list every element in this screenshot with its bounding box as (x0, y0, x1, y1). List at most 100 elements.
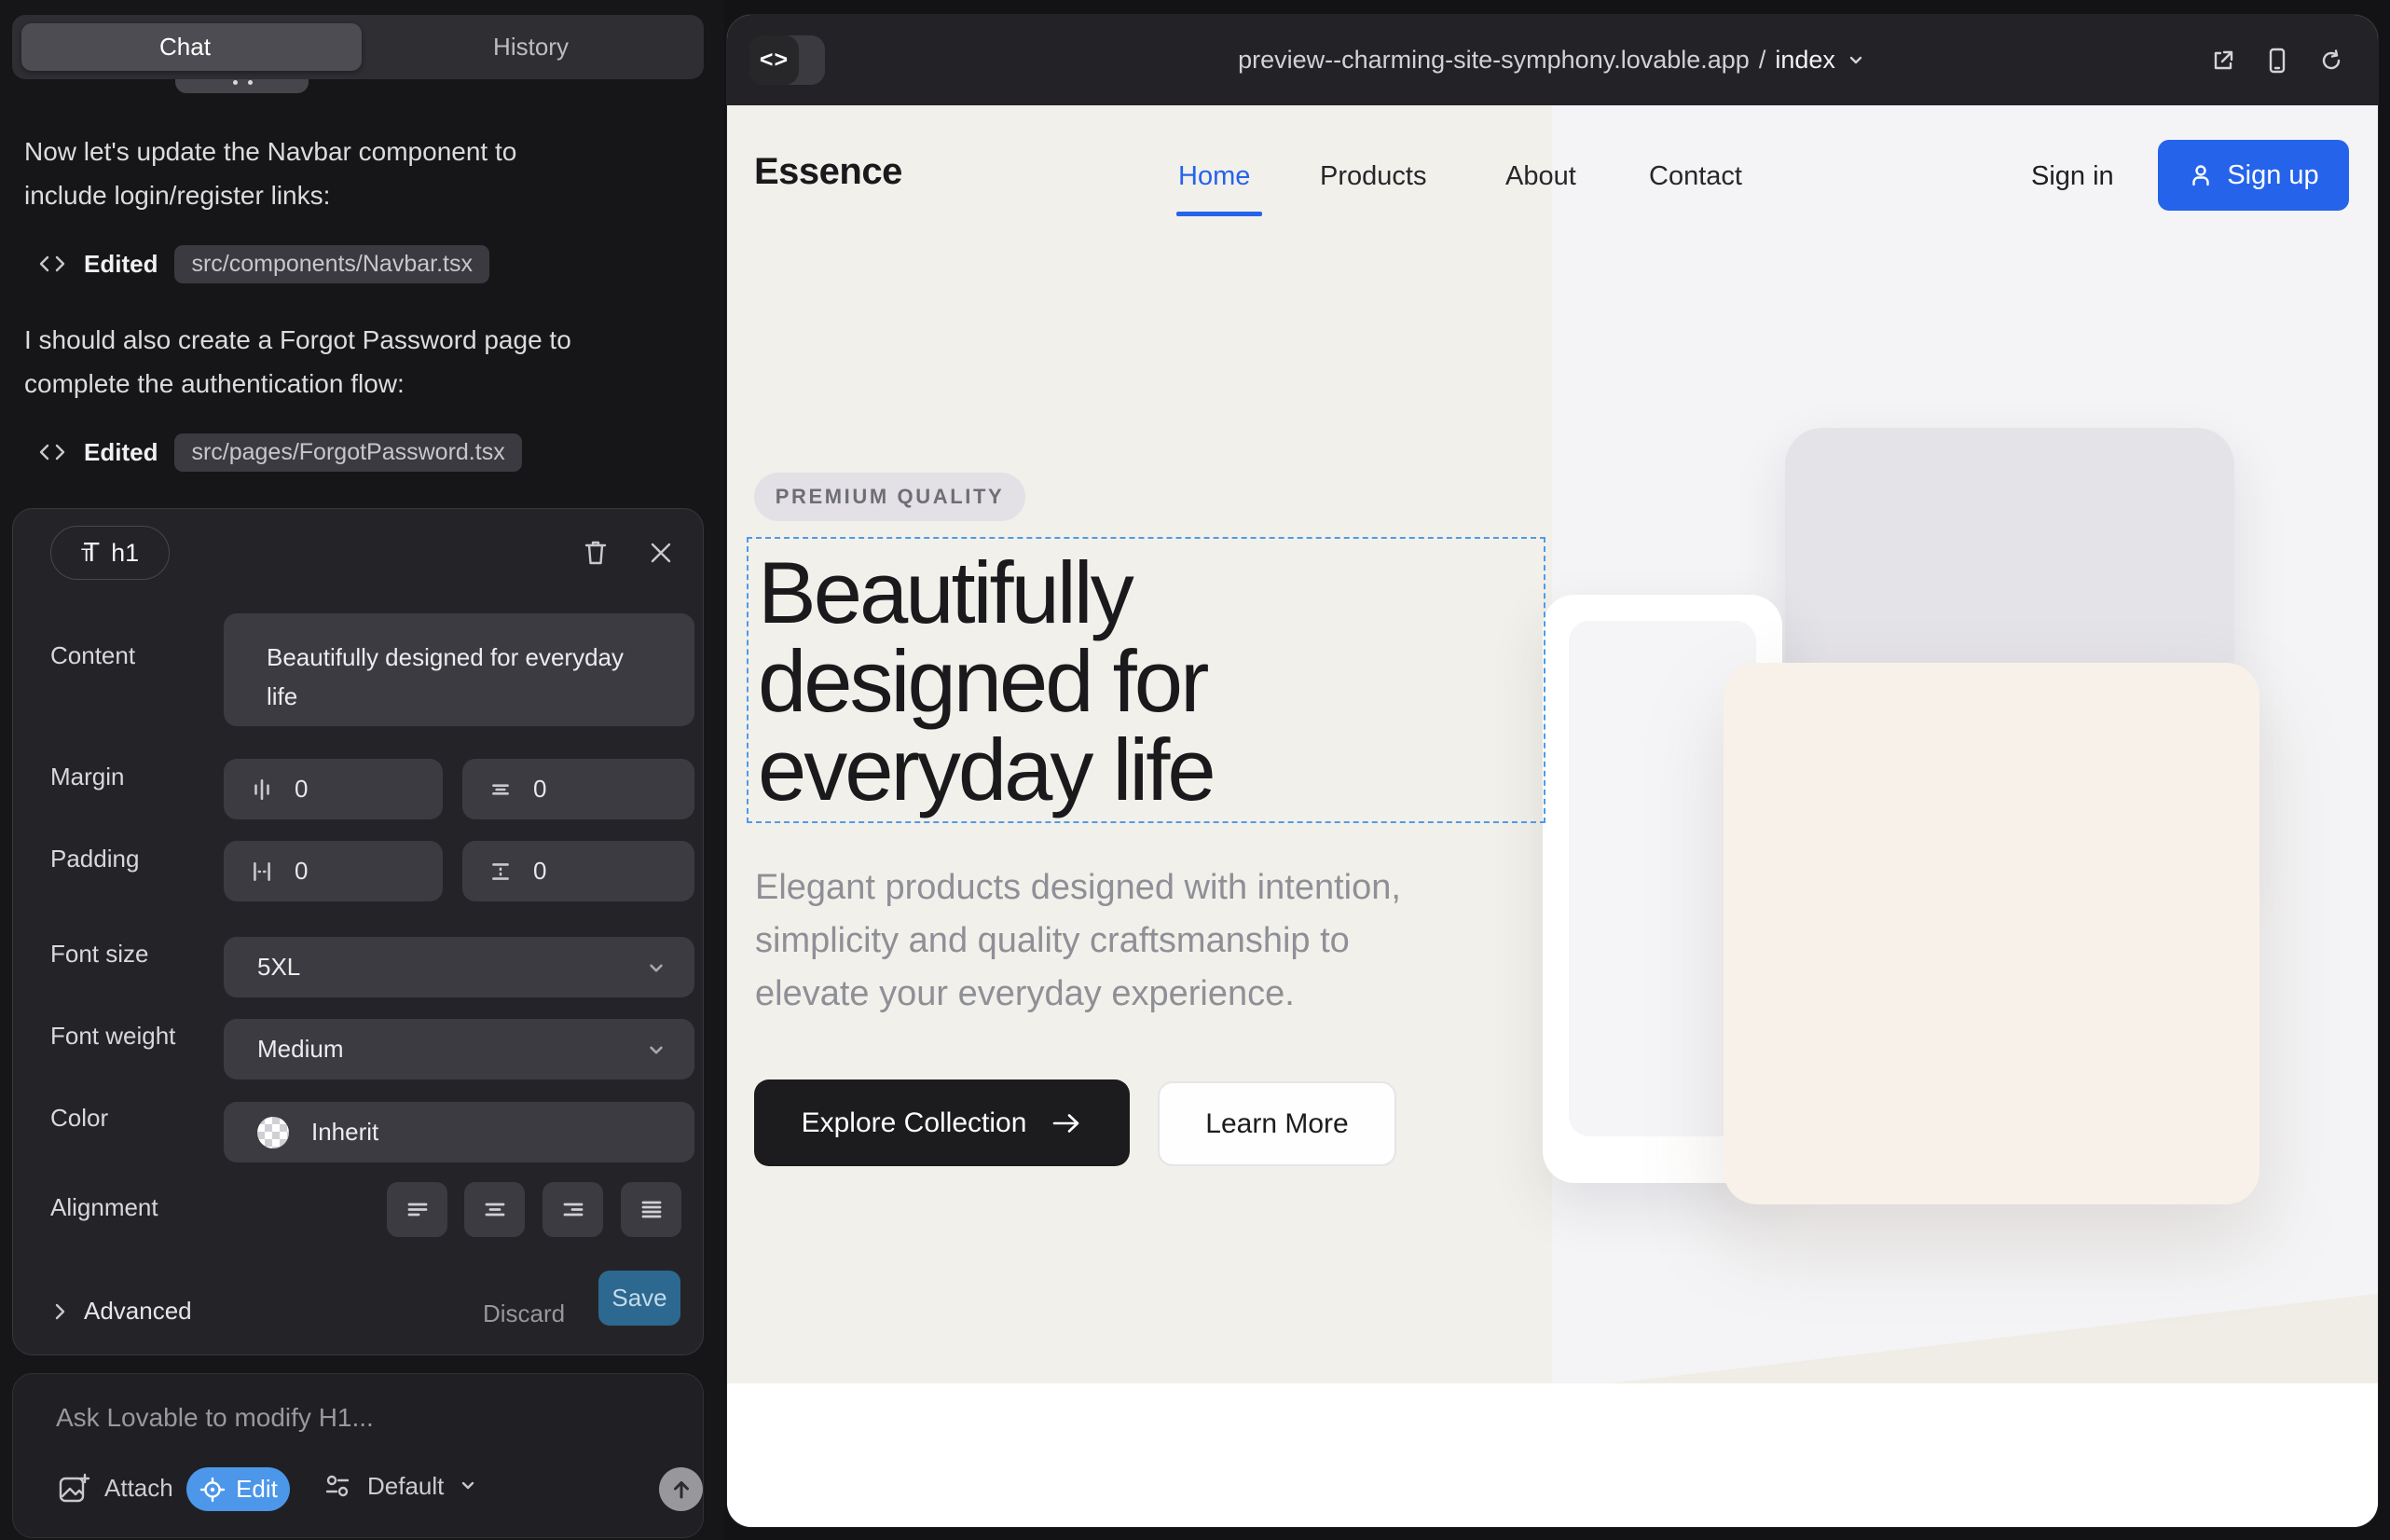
advanced-toggle[interactable]: Advanced (50, 1297, 192, 1326)
content-label: Content (50, 641, 135, 670)
sliders-icon (321, 1469, 354, 1503)
send-button[interactable] (659, 1467, 703, 1511)
hero-description-line: Elegant products designed with intention… (755, 861, 1401, 914)
mode-select[interactable]: Default (321, 1469, 479, 1503)
chevron-down-icon (457, 1475, 479, 1497)
chevron-down-icon (644, 956, 668, 980)
hero-description-line: elevate your everyday experience. (755, 968, 1401, 1021)
margin-label: Margin (50, 763, 124, 791)
address-bar[interactable]: preview--charming-site-symphony.lovable.… (727, 15, 2378, 105)
mobile-preview-icon[interactable] (2264, 47, 2290, 75)
chat-message-line: I should also create a Forgot Password p… (24, 318, 695, 362)
chat-message-line: include login/register links: (24, 173, 695, 217)
tab-chat[interactable]: Chat (12, 15, 358, 79)
font-weight-label: Font weight (50, 1022, 175, 1051)
color-value: Inherit (311, 1118, 378, 1147)
padding-vertical-icon (488, 859, 513, 884)
chat-input[interactable] (56, 1395, 652, 1441)
edited-label: Edited (84, 438, 158, 467)
font-weight-value: Medium (257, 1035, 343, 1064)
toolbar-actions (2210, 15, 2344, 105)
chat-message-line: Now let's update the Navbar component to (24, 130, 695, 173)
delete-element-button[interactable] (580, 537, 611, 569)
edited-file-row: Edited src/pages/ForgotPassword.tsx (37, 433, 522, 471)
padding-y-value: 0 (533, 857, 546, 886)
align-left-button[interactable] (387, 1182, 447, 1237)
arrow-right-icon (1051, 1111, 1082, 1135)
align-justify-button[interactable] (621, 1182, 681, 1237)
attach-label: Attach (104, 1474, 173, 1503)
padding-x-value: 0 (295, 857, 308, 886)
chat-message: Now let's update the Navbar component to… (24, 130, 695, 217)
padding-horizontal-icon (250, 859, 274, 884)
align-right-button[interactable] (543, 1182, 603, 1237)
chat-history-tabbar: Chat History (12, 15, 704, 79)
align-center-button[interactable] (464, 1182, 525, 1237)
padding-y-input[interactable]: 0 (462, 841, 694, 901)
hero-badge: PREMIUM QUALITY (754, 473, 1025, 521)
edit-label: Edit (236, 1475, 278, 1504)
nav-link-contact[interactable]: Contact (1649, 161, 1742, 192)
chevron-down-icon (644, 1038, 668, 1062)
hero-heading-line: Beautifully (758, 548, 1214, 637)
edited-file-row: Edited src/components/Navbar.tsx (37, 245, 489, 282)
align-center-icon (480, 1196, 510, 1224)
code-icon (37, 439, 67, 465)
color-swatch (257, 1117, 289, 1148)
learn-more-button[interactable]: Learn More (1158, 1081, 1396, 1166)
explore-collection-label: Explore Collection (802, 1107, 1027, 1139)
element-editor-panel: TT h1 Content Beautifully designed for e… (12, 508, 704, 1355)
edited-file-pill[interactable]: src/components/Navbar.tsx (174, 245, 489, 283)
close-editor-button[interactable] (645, 537, 677, 569)
font-weight-select[interactable]: Medium (224, 1019, 694, 1079)
sign-in-link[interactable]: Sign in (2031, 161, 2114, 192)
save-button[interactable]: Save (598, 1271, 680, 1326)
attach-button[interactable]: Attach (54, 1469, 173, 1506)
margin-x-value: 0 (295, 775, 308, 804)
chevron-down-icon (1845, 49, 1867, 72)
learn-more-label: Learn More (1205, 1108, 1348, 1140)
hero-heading[interactable]: Beautifully designed for everyday life (758, 548, 1214, 814)
explore-collection-button[interactable]: Explore Collection (754, 1079, 1130, 1166)
element-tag-name: h1 (111, 539, 139, 568)
align-justify-icon (637, 1196, 666, 1224)
edited-file-pill[interactable]: src/pages/ForgotPassword.tsx (174, 433, 521, 472)
sign-up-label: Sign up (2227, 160, 2318, 191)
nav-link-home[interactable]: Home (1178, 161, 1250, 192)
refresh-icon[interactable] (2318, 48, 2344, 74)
alignment-label: Alignment (50, 1193, 158, 1222)
color-select[interactable]: Inherit (224, 1102, 694, 1162)
hero-heading-line: designed for (758, 637, 1214, 725)
preview-url: preview--charming-site-symphony.lovable.… (1238, 46, 1750, 75)
tab-history[interactable]: History (358, 15, 704, 79)
font-size-label: Font size (50, 940, 149, 969)
chevron-right-icon (50, 1300, 69, 1323)
sign-up-button[interactable]: Sign up (2158, 140, 2349, 211)
margin-y-value: 0 (533, 775, 546, 804)
content-input[interactable]: Beautifully designed for everyday life (224, 613, 694, 726)
mode-label: Default (367, 1472, 444, 1501)
padding-label: Padding (50, 845, 139, 873)
text-size-icon: TT (81, 538, 100, 569)
preview-toolbar: <> preview--charming-site-symphony.lovab… (727, 15, 2378, 105)
chat-message-line: complete the authentication flow: (24, 362, 695, 406)
open-external-icon[interactable] (2210, 48, 2236, 74)
padding-x-input[interactable]: 0 (224, 841, 443, 901)
url-path: index (1775, 46, 1835, 75)
element-tag-badge[interactable]: TT h1 (50, 526, 170, 580)
margin-horizontal-icon (250, 777, 274, 802)
code-icon (37, 251, 67, 277)
margin-x-input[interactable]: 0 (224, 759, 443, 819)
site-logo[interactable]: Essence (754, 151, 902, 193)
url-separator: / (1759, 46, 1766, 75)
edit-mode-button[interactable]: Edit (186, 1467, 290, 1511)
attach-image-icon (54, 1469, 91, 1506)
color-label: Color (50, 1104, 108, 1133)
discard-button[interactable]: Discard (483, 1299, 565, 1328)
nav-link-products[interactable]: Products (1320, 161, 1426, 192)
arrow-up-icon (669, 1478, 694, 1502)
content-value: Beautifully designed for everyday life (267, 638, 630, 716)
font-size-select[interactable]: 5XL (224, 937, 694, 997)
nav-link-about[interactable]: About (1505, 161, 1576, 192)
margin-y-input[interactable]: 0 (462, 759, 694, 819)
